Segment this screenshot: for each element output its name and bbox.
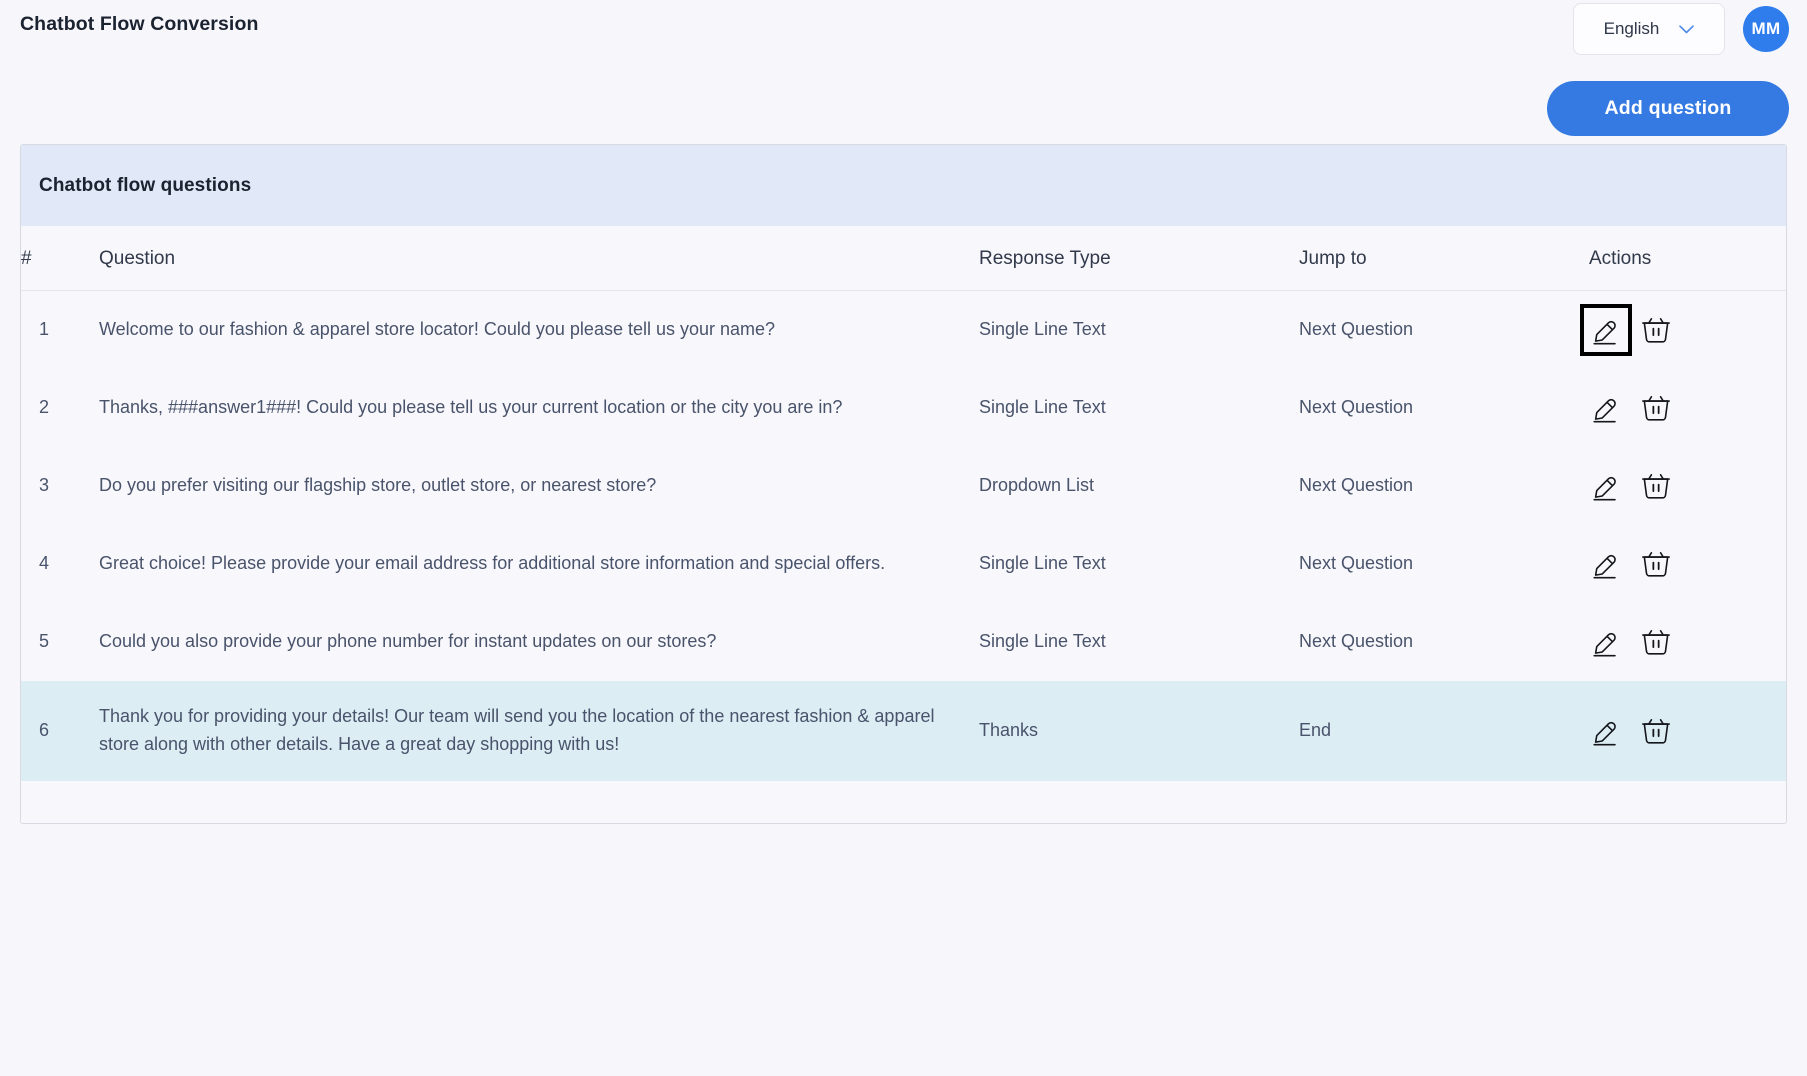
row-question-text: Thanks, ###answer1###! Could you please … xyxy=(99,397,843,418)
row-actions-group xyxy=(1589,391,1786,425)
row-response-type: Single Line Text xyxy=(979,319,1106,340)
language-selector-label: English xyxy=(1603,19,1660,38)
row-number: 3 xyxy=(39,475,50,496)
page-title: Chatbot Flow Conversion xyxy=(20,13,259,35)
row-actions-group xyxy=(1589,469,1786,503)
row-question-text: Could you also provide your phone number… xyxy=(99,631,717,652)
trash-basket-icon[interactable] xyxy=(1639,625,1673,659)
pencil-edit-icon[interactable] xyxy=(1589,714,1623,748)
avatar[interactable]: MM xyxy=(1743,6,1789,52)
column-header-response-type: Response Type xyxy=(979,226,1299,291)
trash-basket-icon[interactable] xyxy=(1639,714,1673,748)
table-row: 6 Thank you for providing your details! O… xyxy=(21,681,1786,781)
row-response-type: Single Line Text xyxy=(979,631,1106,652)
row-jump-to: Next Question xyxy=(1299,553,1414,574)
row-actions-group xyxy=(1589,714,1786,748)
row-actions-cell xyxy=(1589,525,1786,603)
table-body: 1 Welcome to our fashion & apparel store … xyxy=(21,290,1786,781)
trash-basket-icon[interactable] xyxy=(1639,547,1673,581)
trash-basket-icon[interactable] xyxy=(1639,313,1673,347)
row-actions-cell xyxy=(1589,603,1786,681)
row-actions-group xyxy=(1589,547,1786,581)
pencil-edit-icon[interactable] xyxy=(1589,625,1623,659)
avatar-initials: MM xyxy=(1751,19,1781,38)
row-jump-to: End xyxy=(1299,719,1332,740)
top-bar: Chatbot Flow Conversion English MM xyxy=(0,0,1807,60)
pencil-edit-icon[interactable] xyxy=(1589,469,1623,503)
card-header: Chatbot flow questions xyxy=(21,145,1786,226)
row-actions-cell xyxy=(1580,291,1786,370)
column-header-actions: Actions xyxy=(1589,226,1786,291)
column-header-number: # xyxy=(21,226,99,291)
chatbot-flow-questions-table: # Question Response Type Jump to Actions… xyxy=(21,226,1786,781)
pencil-edit-icon[interactable] xyxy=(1580,304,1632,356)
row-jump-to: Next Question xyxy=(1299,475,1414,496)
row-question-text: Thank you for providing your details! Ou… xyxy=(99,706,935,754)
row-actions-cell xyxy=(1589,447,1786,525)
row-actions-cell xyxy=(1589,681,1786,781)
row-actions-group xyxy=(1580,304,1786,356)
table-header-row: # Question Response Type Jump to Actions xyxy=(21,226,1786,291)
row-response-type: Dropdown List xyxy=(979,475,1095,496)
table-row: 3 Do you prefer visiting our flagship sto… xyxy=(21,447,1786,525)
table-header: # Question Response Type Jump to Actions xyxy=(21,226,1786,291)
row-question-text: Do you prefer visiting our flagship stor… xyxy=(99,475,657,496)
table-row: 4 Great choice! Please provide your email… xyxy=(21,525,1786,603)
row-jump-to: Next Question xyxy=(1299,631,1414,652)
row-jump-to: Next Question xyxy=(1299,397,1414,418)
row-question-text: Welcome to our fashion & apparel store l… xyxy=(99,319,776,340)
row-response-type: Thanks xyxy=(979,719,1039,740)
row-actions-cell xyxy=(1589,369,1786,447)
card-header-title: Chatbot flow questions xyxy=(39,174,252,196)
row-jump-to: Next Question xyxy=(1299,319,1414,340)
column-header-question: Question xyxy=(99,226,979,291)
row-question-text: Great choice! Please provide your email … xyxy=(99,553,886,574)
chatbot-flow-questions-card: Chatbot flow questions # Question Respon… xyxy=(20,144,1787,824)
row-number: 4 xyxy=(39,553,50,574)
row-response-type: Single Line Text xyxy=(979,553,1106,574)
row-number: 1 xyxy=(39,319,50,340)
row-number: 5 xyxy=(39,631,50,652)
card-footer xyxy=(21,780,1786,823)
trash-basket-icon[interactable] xyxy=(1639,469,1673,503)
row-number: 2 xyxy=(39,397,50,418)
trash-basket-icon[interactable] xyxy=(1639,391,1673,425)
row-response-type: Single Line Text xyxy=(979,397,1106,418)
table-row: 5 Could you also provide your phone numbe… xyxy=(21,603,1786,681)
pencil-edit-icon[interactable] xyxy=(1589,547,1623,581)
pencil-edit-icon[interactable] xyxy=(1589,391,1623,425)
add-question-button[interactable]: Add question xyxy=(1547,81,1789,136)
language-selector[interactable]: English xyxy=(1573,3,1725,55)
column-header-jump-to: Jump to xyxy=(1299,226,1589,291)
top-bar-right-group: English MM xyxy=(1573,3,1789,55)
table-row: 1 Welcome to our fashion & apparel store … xyxy=(21,290,1786,370)
row-number: 6 xyxy=(39,719,50,740)
chevron-down-icon xyxy=(1679,24,1695,34)
action-bar: Add question xyxy=(0,60,1807,144)
table-row: 2 Thanks, ###answer1###! Could you please… xyxy=(21,369,1786,447)
row-actions-group xyxy=(1589,625,1786,659)
